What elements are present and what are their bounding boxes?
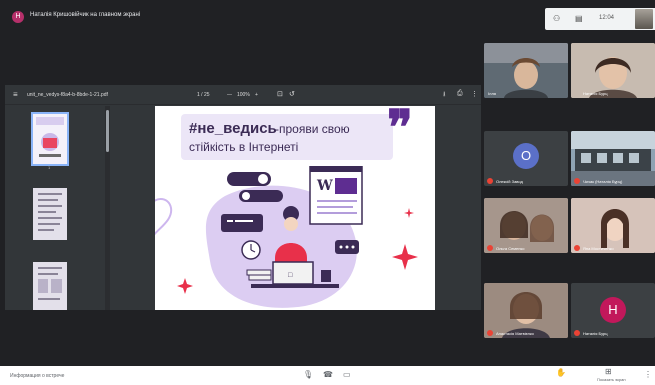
- zoom-in-icon[interactable]: +: [255, 92, 258, 98]
- thumb-3-art: [38, 267, 62, 300]
- page-thumbnail-3[interactable]: [33, 262, 67, 310]
- print-icon[interactable]: ⎙: [457, 90, 463, 98]
- shared-screen: ≡ unit_ne_vedys-f8a4-b-8bde-1-21.pdf 1 /…: [5, 85, 481, 363]
- mic-muted-icon: [487, 330, 493, 336]
- pdf-file-name: unit_ne_vedys-f8a4-b-8bde-1-21.pdf: [27, 92, 108, 98]
- participant-name: Наталія Бурц: [583, 91, 608, 96]
- top-bar: Н Наталія Кришовійчик на главном экрані …: [0, 0, 655, 34]
- share-bottom-strip: [5, 310, 481, 363]
- sidebar-scrollbar[interactable]: [105, 106, 110, 310]
- menu-icon[interactable]: ≡: [13, 90, 18, 99]
- mic-muted-icon: [574, 178, 580, 184]
- page-counter[interactable]: 1 / 25: [197, 92, 210, 98]
- quote-mark: ❞: [387, 106, 413, 156]
- page-thumbnail-2[interactable]: [33, 188, 67, 240]
- rotate-icon[interactable]: ↺: [289, 90, 295, 98]
- participant-name: Чичак (Наталія Бурц): [583, 179, 623, 184]
- raise-hand-icon[interactable]: ✋: [556, 368, 566, 377]
- fit-page-icon[interactable]: ⊡: [277, 90, 283, 98]
- video-feed-6: [571, 198, 655, 253]
- hangup-icon[interactable]: ☎: [323, 370, 333, 379]
- present-screen-icon[interactable]: ⊞: [605, 367, 612, 376]
- participant-tile-8[interactable]: Н Наталія Бурц: [571, 283, 655, 338]
- participant-name: Яна Мостиченко: [583, 246, 614, 251]
- participant-avatar: Н: [600, 297, 626, 323]
- mic-muted-icon: [574, 245, 580, 251]
- thumb-number: 1: [48, 165, 51, 170]
- zoom-level[interactable]: —: [227, 92, 232, 98]
- video-feed-4: [571, 131, 655, 186]
- self-view-thumbnail[interactable]: [635, 9, 653, 29]
- participants-icon[interactable]: ⚇: [553, 14, 560, 23]
- pdf-thumbnail-sidebar: 1: [5, 106, 108, 310]
- svg-text:W: W: [316, 178, 333, 194]
- participant-name: Ілля: [488, 91, 496, 96]
- present-screen-label: Показать экран: [597, 377, 626, 382]
- participant-name: Олексій Завод: [496, 179, 523, 184]
- participant-tile-1[interactable]: Ілля: [484, 43, 568, 98]
- participant-tile-3[interactable]: О Олексій Завод: [484, 131, 568, 186]
- more-options-icon[interactable]: ⋮: [644, 370, 652, 379]
- mic-muted-icon: [574, 330, 580, 336]
- more-icon[interactable]: ⋮: [471, 90, 478, 98]
- page-thumbnail-1[interactable]: [31, 112, 69, 166]
- slide-title-line2: стійкість в Інтернеті: [189, 140, 299, 154]
- participant-tile-7[interactable]: Анастасія Матвієнко: [484, 283, 568, 338]
- mic-icon[interactable]: 🎙: [303, 370, 313, 379]
- pdf-toolbar: ≡ unit_ne_vedys-f8a4-b-8bde-1-21.pdf 1 /…: [5, 85, 481, 105]
- video-feed-2: [571, 43, 655, 98]
- participant-tile-5[interactable]: Ольга Семенко: [484, 198, 568, 253]
- meeting-details-button[interactable]: Информация о встрече: [10, 373, 64, 379]
- participant-tile-6[interactable]: Яна Мостиченко: [571, 198, 655, 253]
- mic-muted-icon: [487, 178, 493, 184]
- slide-hashtag: #не_ведись: [189, 120, 277, 137]
- chat-icon[interactable]: ▤: [575, 14, 583, 23]
- presenter-avatar: Н: [12, 11, 24, 23]
- clock-time: 12:04: [599, 15, 615, 21]
- participant-tile-4[interactable]: Чичак (Наталія Бурц): [571, 131, 655, 186]
- participant-name: Анастасія Матвієнко: [496, 331, 534, 336]
- zoom-value[interactable]: 100%: [237, 92, 250, 98]
- camera-icon[interactable]: ▭: [343, 370, 351, 379]
- participant-name: Ольга Семенко: [496, 246, 525, 251]
- video-feed-1: [484, 43, 568, 98]
- thumb-1-art: [36, 117, 64, 157]
- scrollbar-thumb[interactable]: [106, 110, 109, 152]
- presenter-banner-text: Наталія Кришовійчик на главном экрані: [30, 12, 141, 18]
- top-right-controls: ⚇ ▤ 12:04: [545, 8, 655, 30]
- mic-muted-icon: [487, 245, 493, 251]
- pdf-page: #не_ведись -прояви свою стійкість в Інте…: [155, 106, 435, 310]
- download-icon[interactable]: ⭳: [443, 90, 445, 101]
- thumb-2-art: [38, 193, 62, 231]
- participant-tile-2[interactable]: Наталія Бурц: [571, 43, 655, 98]
- bottom-bar: Информация о встрече 🎙 ☎ ▭ ✋ ⊞ Показать …: [0, 366, 655, 385]
- slide-illustration: W □: [155, 166, 418, 308]
- video-feed-7: [484, 283, 568, 338]
- slide-title-rest: -прояви свою: [275, 122, 350, 136]
- participant-avatar: О: [513, 143, 539, 169]
- video-feed-5: [484, 198, 568, 253]
- participant-name: Наталія Бурц: [583, 331, 608, 336]
